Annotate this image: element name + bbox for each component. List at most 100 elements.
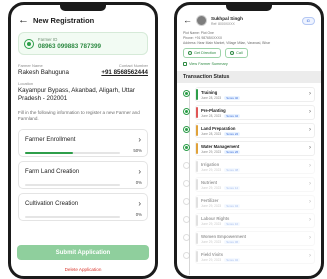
step-farmer-enrollment[interactable]: Farmer Enrollment › 50% xyxy=(18,128,148,157)
stage-name: Water Management xyxy=(201,144,240,150)
stage-card[interactable]: Field Visits June 29, 2023 Score 02 › xyxy=(195,249,315,265)
farmer-subtitle: Ref: 8000XXXX xyxy=(211,21,235,26)
chevron-right-icon: › xyxy=(309,145,311,152)
stage-date: June 29, 2023 xyxy=(201,258,222,263)
chevron-right-icon: › xyxy=(309,235,311,242)
get-direction-label: Get Direction xyxy=(194,51,217,56)
contact-number-link[interactable]: +91 8568562444 xyxy=(101,69,148,76)
status-dot-icon xyxy=(183,234,190,242)
stage-meta: June 28, 2023 Score 40 xyxy=(201,96,311,101)
stage-date: June 29, 2023 xyxy=(201,150,222,155)
stage-card[interactable]: Water Management June 29, 2023 Score 26 › xyxy=(195,141,315,157)
timeline-item[interactable]: Land Preparation June 28, 2023 Score 22 › xyxy=(183,123,315,139)
stage-color-edge xyxy=(196,89,198,101)
back-arrow-icon[interactable]: ← xyxy=(183,16,192,25)
timeline-item[interactable]: Pre-Planting June 28, 2023 Score 42 › xyxy=(183,105,315,121)
call-button[interactable]: Call xyxy=(225,48,248,59)
stage-score-badge: Score 02 xyxy=(224,258,241,263)
stage-score-badge: Score 42 xyxy=(224,114,241,119)
chevron-right-icon: › xyxy=(309,199,311,206)
stage-card[interactable]: Training June 28, 2023 Score 40 › xyxy=(195,87,315,103)
timeline-item[interactable]: Nutrient June 29, 2023 Score 12 › xyxy=(183,177,315,193)
chevron-right-icon: › xyxy=(309,181,311,188)
stage-date: June 28, 2023 xyxy=(201,114,222,119)
progress-percent: 50% xyxy=(133,147,142,153)
timeline-item[interactable]: Irrigation June 29, 2023 Score 08 › xyxy=(183,159,315,175)
stage-color-edge xyxy=(196,215,198,227)
stage-score-badge: Score 40 xyxy=(224,96,241,101)
delete-application-link[interactable]: Delete Application xyxy=(11,267,155,272)
farmer-name: Sukhpal Singh xyxy=(211,15,243,21)
status-dot-icon xyxy=(183,126,190,134)
stage-date: June 29, 2023 xyxy=(201,186,222,191)
registration-phone-frame: ← New Registration Farmer ID 08963 09988… xyxy=(8,2,158,279)
stage-date: June 28, 2023 xyxy=(201,132,222,137)
stage-meta: June 29, 2023 Score 10 xyxy=(201,222,311,227)
stage-name: Labour Rights xyxy=(201,216,230,222)
contact-number-label: Contact Number xyxy=(118,63,148,68)
stage-meta: June 29, 2023 Score 12 xyxy=(201,186,311,191)
step-cultivation-creation[interactable]: Cultivation Creation › 0% xyxy=(18,192,148,221)
stage-card[interactable]: Irrigation June 29, 2023 Score 08 › xyxy=(195,159,315,175)
stage-name: Nutrient xyxy=(201,180,218,186)
status-dot-icon xyxy=(183,90,190,98)
status-dot-icon xyxy=(183,162,190,170)
stage-score-badge: Score 12 xyxy=(224,186,241,191)
status-badge: ID xyxy=(301,16,315,25)
avatar xyxy=(196,15,207,26)
location-value: Kayampur Bypass, Akanbad, Aligarh, Uttar… xyxy=(18,87,135,103)
stage-card[interactable]: Land Preparation June 28, 2023 Score 22 › xyxy=(195,123,315,139)
stage-color-edge xyxy=(196,125,198,137)
timeline-item[interactable]: Water Management June 29, 2023 Score 26 › xyxy=(183,141,315,157)
timeline-item[interactable]: Field Visits June 29, 2023 Score 02 › xyxy=(183,249,315,265)
stage-meta: June 29, 2023 Score 26 xyxy=(201,150,311,155)
status-dot-icon xyxy=(183,198,190,206)
stage-color-edge xyxy=(196,179,198,191)
back-arrow-icon[interactable]: ← xyxy=(18,15,29,26)
stage-card[interactable]: Nutrient June 29, 2023 Score 12 › xyxy=(195,177,315,193)
stage-card[interactable]: Labour Rights June 29, 2023 Score 10 › xyxy=(195,213,315,229)
stage-color-edge xyxy=(196,161,198,173)
status-dot-icon xyxy=(183,216,190,224)
farmer-name-label: Farmer Name xyxy=(18,63,43,68)
stage-card[interactable]: Women Empowerment June 29, 2023 Score 06 › xyxy=(195,231,315,247)
step-name: Cultivation Creation xyxy=(25,200,79,207)
stage-date: June 29, 2023 xyxy=(201,240,222,245)
stage-score-badge: Score 10 xyxy=(224,222,241,227)
chevron-right-icon: › xyxy=(309,127,311,134)
location-block: Location Kayampur Bypass, Akanbad, Aliga… xyxy=(11,76,155,103)
submit-application-button[interactable]: Submit Application xyxy=(17,245,149,260)
stage-name: Land Preparation xyxy=(201,126,236,132)
chevron-right-icon: › xyxy=(138,166,141,176)
status-dot-icon xyxy=(183,252,190,260)
stage-color-edge xyxy=(196,233,198,245)
id-badge-icon xyxy=(24,38,34,49)
stage-meta: June 29, 2023 Score 04 xyxy=(201,204,311,209)
chevron-right-icon: › xyxy=(309,217,311,224)
status-dot-icon xyxy=(183,144,190,152)
phone-notch xyxy=(226,5,272,11)
timeline-item[interactable]: Fertilizer June 29, 2023 Score 04 › xyxy=(183,195,315,211)
transaction-status-header: Transaction Status xyxy=(177,71,321,84)
chevron-right-icon: › xyxy=(309,109,311,116)
get-direction-button[interactable]: Get Direction xyxy=(183,48,222,59)
stage-card[interactable]: Fertilizer June 29, 2023 Score 04 › xyxy=(195,195,315,211)
farmer-id-label: Farmer ID xyxy=(38,37,58,42)
registration-instructions: Fill in the following information to reg… xyxy=(18,110,140,122)
step-farm-land-creation[interactable]: Farm Land Creation › 0% xyxy=(18,160,148,189)
stage-color-edge xyxy=(196,143,198,155)
view-farmer-summary-link[interactable]: View Farmer Summary xyxy=(177,58,321,67)
stage-date: June 29, 2023 xyxy=(201,222,222,227)
chevron-right-icon: › xyxy=(309,163,311,170)
stage-card[interactable]: Pre-Planting June 28, 2023 Score 42 › xyxy=(195,105,315,121)
stage-meta: June 29, 2023 Score 02 xyxy=(201,258,311,263)
farmer-id-card: Farmer ID 08963 099883 787399 xyxy=(18,32,148,55)
farmer-info: Plot Name: Plot One Phone: +91 98765XXXX… xyxy=(177,26,321,45)
timeline-item[interactable]: Training June 28, 2023 Score 40 › xyxy=(183,87,315,103)
call-label: Call xyxy=(236,51,243,56)
stage-date: June 29, 2023 xyxy=(201,204,222,209)
location-label: Location xyxy=(18,81,34,86)
farmer-detail-phone-frame: ← Sukhpal Singh Ref: 8000XXXX ID Plot Na… xyxy=(174,2,324,279)
timeline-item[interactable]: Labour Rights June 29, 2023 Score 10 › xyxy=(183,213,315,229)
timeline-item[interactable]: Women Empowerment June 29, 2023 Score 06 › xyxy=(183,231,315,247)
